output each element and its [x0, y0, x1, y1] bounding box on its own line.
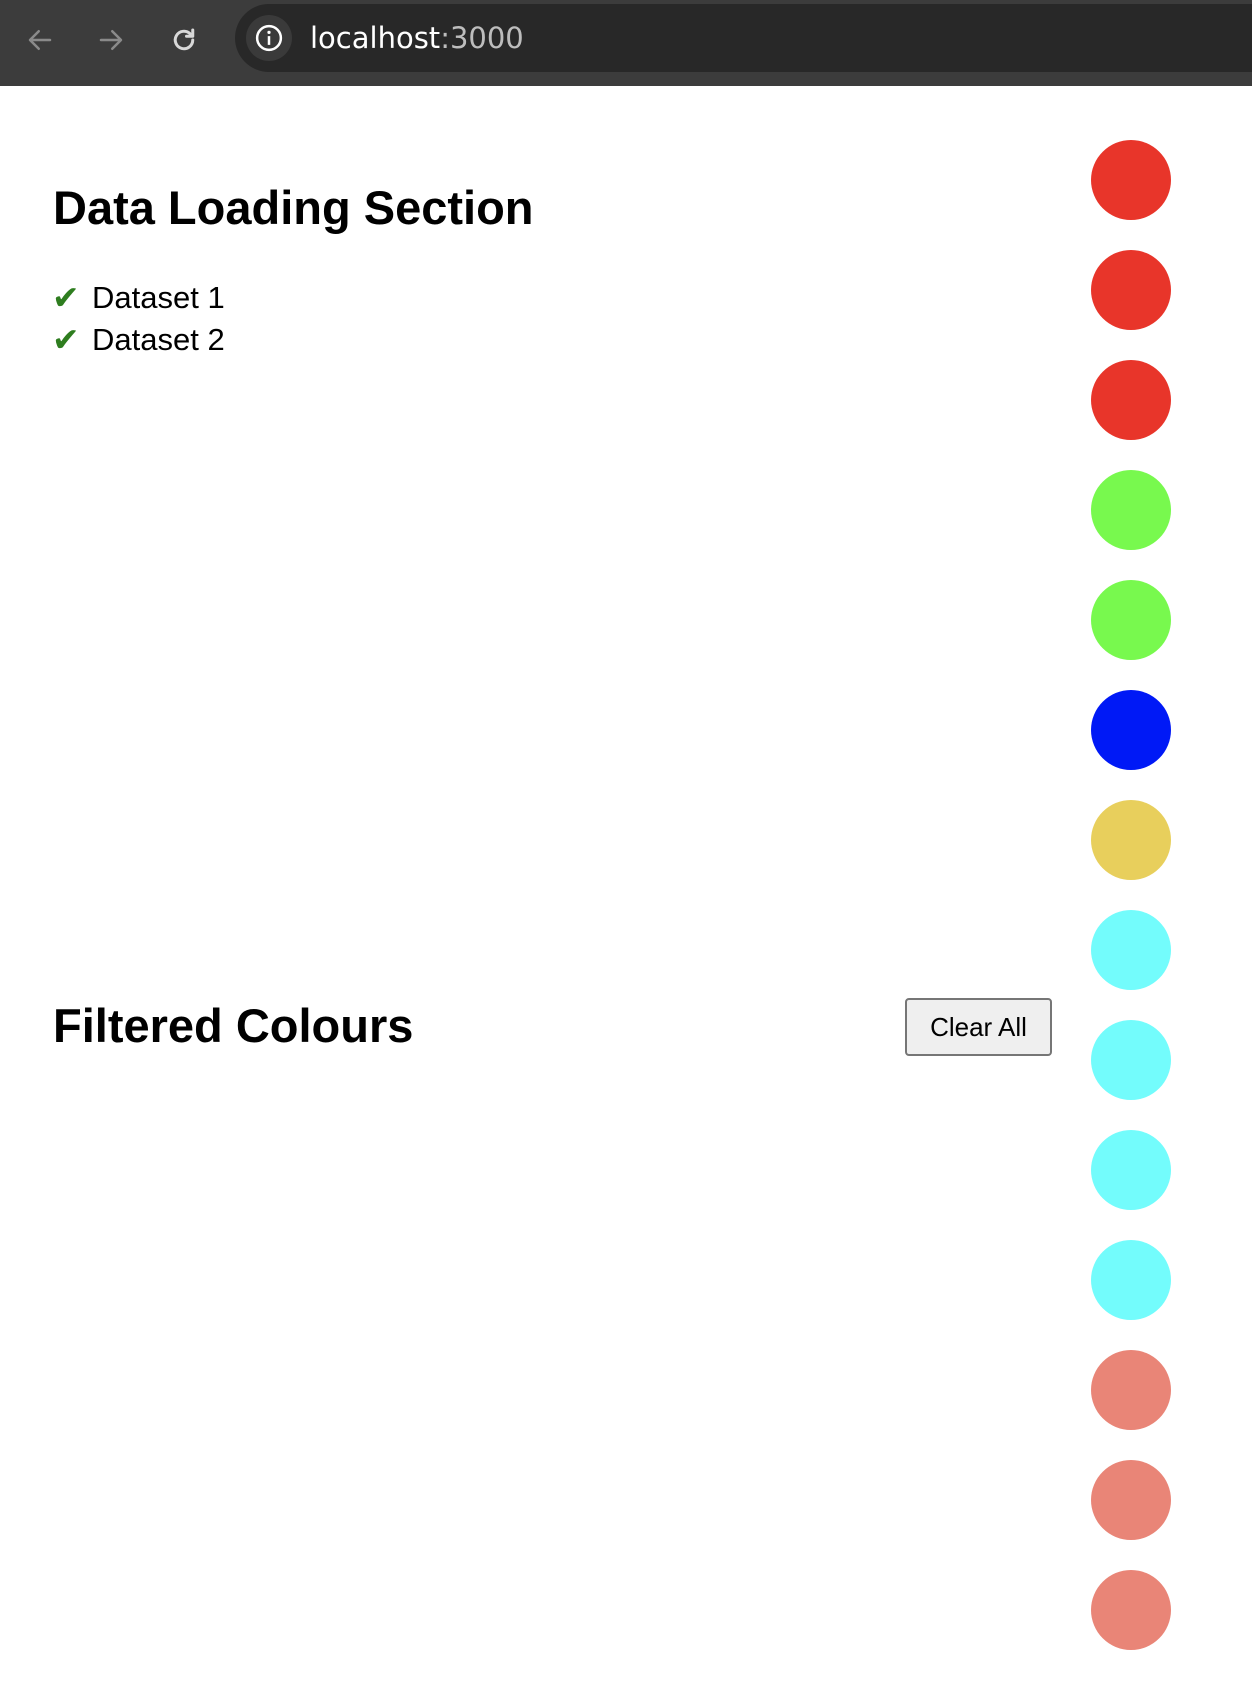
colour-swatch[interactable] — [1091, 1460, 1171, 1540]
site-info-button[interactable] — [246, 15, 292, 61]
dataset-list: ✔ Dataset 1 ✔ Dataset 2 — [52, 277, 225, 361]
url-host: localhost — [310, 21, 441, 55]
arrow-left-icon — [28, 30, 52, 50]
colour-swatch[interactable] — [1091, 800, 1171, 880]
colour-swatch[interactable] — [1091, 140, 1171, 220]
colour-swatch[interactable] — [1091, 1350, 1171, 1430]
colour-swatch[interactable] — [1091, 470, 1171, 550]
colour-swatch[interactable] — [1091, 1130, 1171, 1210]
reload-icon — [173, 28, 195, 51]
reload-button[interactable] — [162, 18, 206, 62]
browser-toolbar: localhost:3000 — [0, 0, 1252, 86]
back-button[interactable] — [18, 18, 62, 62]
checkmark-icon: ✔ — [52, 321, 80, 358]
colour-swatch-column — [1091, 140, 1171, 1680]
dataset-label: Dataset 1 — [92, 280, 225, 315]
info-icon — [255, 24, 283, 52]
colour-swatch[interactable] — [1091, 1020, 1171, 1100]
page-content: Data Loading Section ✔ Dataset 1 ✔ Dataset … — [0, 86, 1252, 1688]
dataset-item: ✔ Dataset 1 — [52, 277, 225, 319]
colour-swatch[interactable] — [1091, 1240, 1171, 1320]
colour-swatch[interactable] — [1091, 360, 1171, 440]
colour-swatch[interactable] — [1091, 690, 1171, 770]
colour-swatch[interactable] — [1091, 250, 1171, 330]
dataset-item: ✔ Dataset 2 — [52, 319, 225, 361]
arrow-right-icon — [99, 30, 123, 50]
colour-swatch[interactable] — [1091, 1570, 1171, 1650]
url-text[interactable]: localhost:3000 — [310, 4, 524, 72]
colour-swatch[interactable] — [1091, 580, 1171, 660]
clear-all-button[interactable]: Clear All — [905, 998, 1052, 1056]
url-port: :3000 — [440, 21, 524, 55]
filtered-colours-title: Filtered Colours — [53, 999, 414, 1052]
colour-swatch[interactable] — [1091, 910, 1171, 990]
dataset-label: Dataset 2 — [92, 322, 225, 357]
address-bar[interactable]: localhost:3000 — [235, 4, 1252, 72]
data-loading-title: Data Loading Section — [53, 181, 534, 234]
checkmark-icon: ✔ — [52, 279, 80, 316]
forward-button[interactable] — [89, 18, 133, 62]
